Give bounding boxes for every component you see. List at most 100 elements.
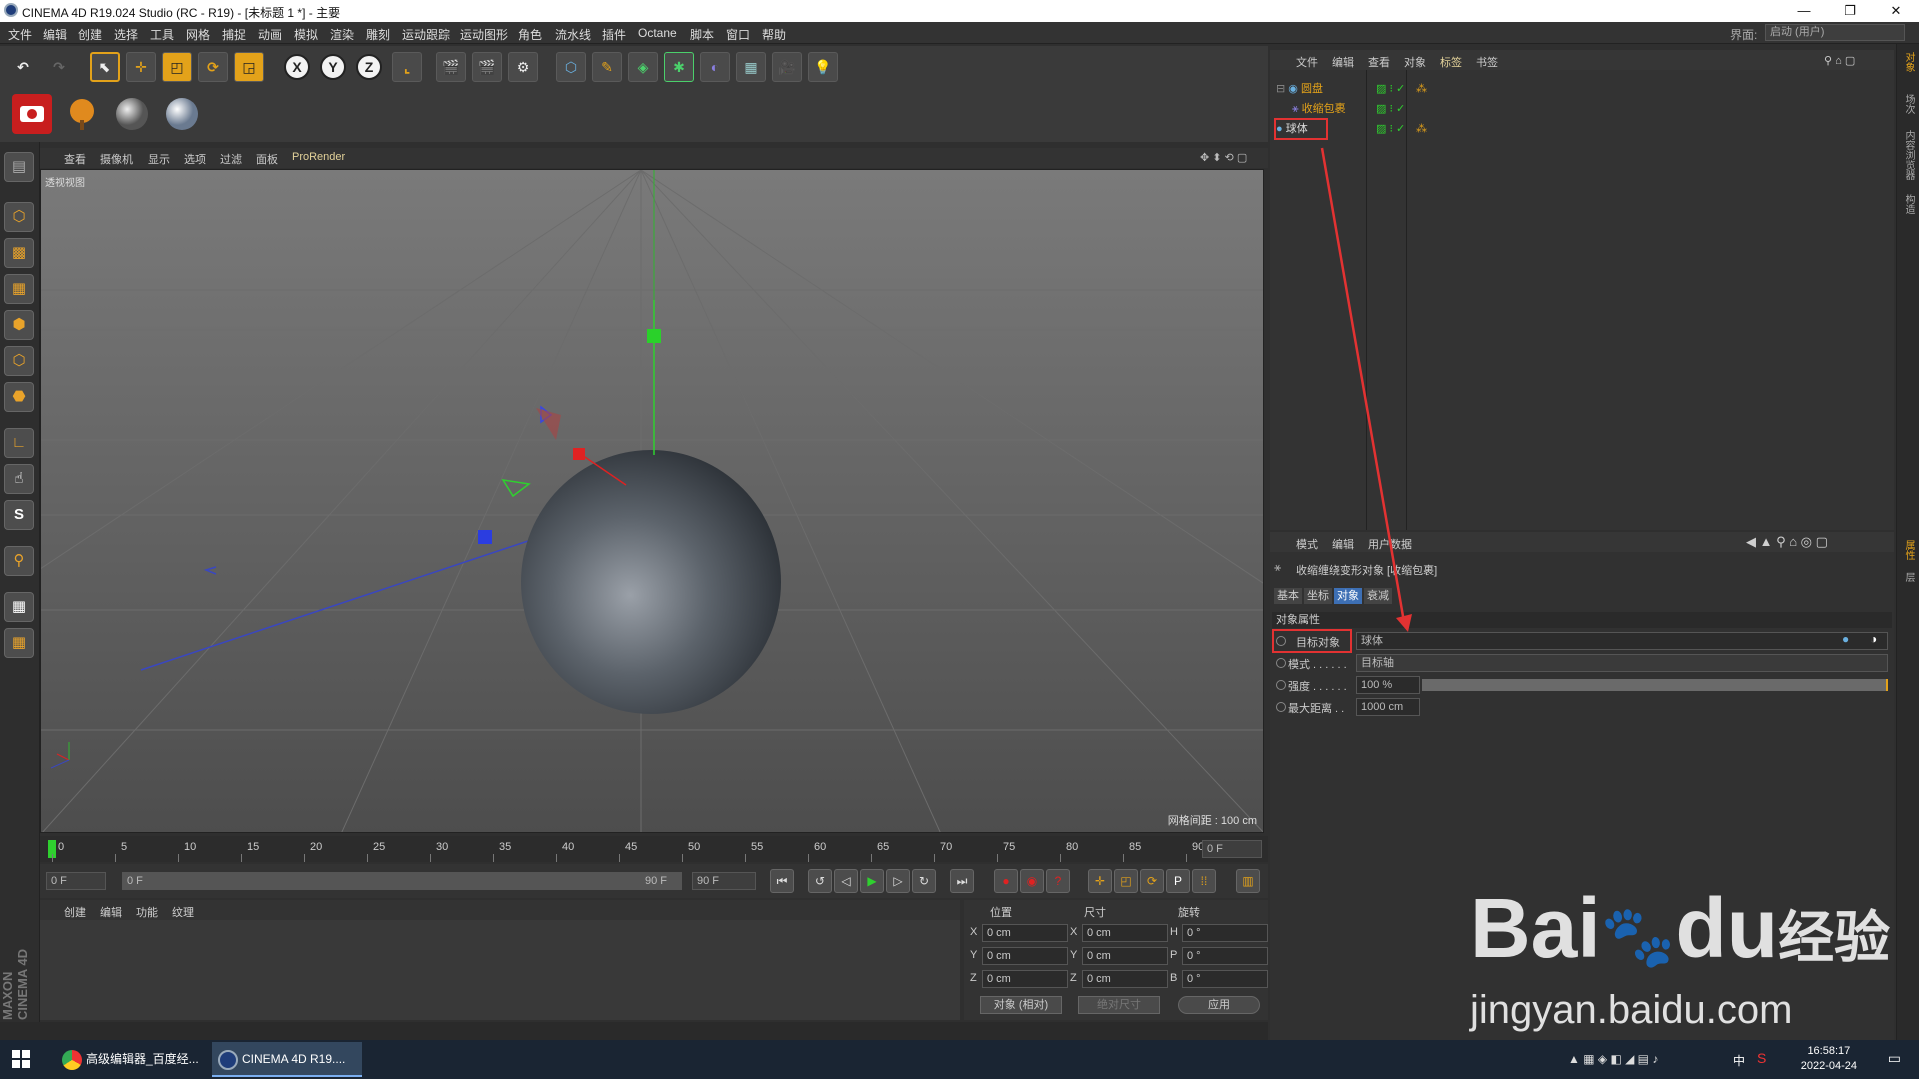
dock-tab-layers[interactable]: 层 (1901, 572, 1916, 582)
phong-tag-icon[interactable]: ⁂ (1416, 80, 1427, 98)
menu-motion-tracking[interactable]: 运动跟踪 (402, 26, 450, 43)
coordinate-mode-dropdown[interactable]: 对象 (相对) (980, 996, 1062, 1014)
om-menu-tags[interactable]: 标签 (1440, 54, 1462, 70)
workplane-icon[interactable]: ▦ (4, 274, 34, 304)
make-editable-icon[interactable]: ▤ (4, 152, 34, 182)
key-scale-icon[interactable]: ◰ (1114, 869, 1138, 893)
tab-coord[interactable]: 坐标 (1304, 588, 1332, 604)
texture-mode-icon[interactable]: ▩ (4, 238, 34, 268)
pos-z-field[interactable]: 0 cm (982, 970, 1068, 988)
menu-edit[interactable]: 编辑 (43, 26, 67, 43)
render-picture-viewer-icon[interactable]: 🎬 (472, 52, 502, 82)
size-x-field[interactable]: 0 cm (1082, 924, 1168, 942)
tab-basic[interactable]: 基本 (1274, 588, 1302, 604)
strength-field[interactable]: 100 % (1356, 676, 1420, 694)
start-frame-field[interactable]: 0 F (46, 872, 106, 890)
menu-mesh[interactable]: 网格 (186, 26, 210, 43)
dock-tab-objects[interactable]: 对象 (1901, 52, 1916, 72)
render-settings-icon[interactable]: ⚙ (508, 52, 538, 82)
frame-range-slider[interactable]: 0 F 90 F (122, 872, 682, 890)
recent-tool-icon[interactable]: ◲ (234, 52, 264, 82)
next-keyframe-icon[interactable]: ↻ (912, 869, 936, 893)
viewport-nav-icons[interactable]: ✥ ⬍ ⟲ ▢ (1200, 151, 1247, 164)
menu-mograph[interactable]: 运动图形 (460, 26, 508, 43)
taskbar-cinema4d[interactable]: CINEMA 4D R19.... (212, 1042, 362, 1077)
z-axis-handle[interactable] (478, 530, 492, 544)
key-position-icon[interactable]: ✛ (1088, 869, 1112, 893)
floor-scene-icon[interactable]: ▦ (736, 52, 766, 82)
lock-z-axis-button[interactable]: Z (356, 54, 382, 80)
max-distance-radio[interactable] (1276, 702, 1286, 712)
x-axis-handle[interactable] (573, 448, 585, 460)
object-name-shrinkwrap[interactable]: 收缩包裹 (1302, 103, 1346, 115)
viewport-menu-filter[interactable]: 过滤 (220, 151, 242, 167)
pos-x-field[interactable]: 0 cm (982, 924, 1068, 942)
prev-keyframe-icon[interactable]: ↺ (808, 869, 832, 893)
array-generator-icon[interactable]: ✱ (664, 52, 694, 82)
coordinate-system-icon[interactable]: ⌞ (392, 52, 422, 82)
rot-p-field[interactable]: 0 ° (1182, 947, 1268, 965)
mode-dropdown[interactable]: 目标轴 (1356, 654, 1888, 672)
menu-character[interactable]: 角色 (518, 26, 542, 43)
target-object-field[interactable]: 球体 (1356, 632, 1888, 650)
menu-tools[interactable]: 工具 (150, 26, 174, 43)
menu-sculpt[interactable]: 雕刻 (366, 26, 390, 43)
taskbar-chrome[interactable]: 高级编辑器_百度经... (56, 1042, 206, 1077)
snap-icon[interactable]: S (4, 500, 34, 530)
menu-help[interactable]: 帮助 (762, 26, 786, 43)
system-clock[interactable]: 16:58:17 2022-04-24 (1801, 1044, 1857, 1074)
layout-dropdown[interactable]: 启动 (用户) (1765, 24, 1905, 41)
dock-tab-takes[interactable]: 场次 (1901, 94, 1916, 114)
phong-tag-icon[interactable]: ⁂ (1416, 120, 1427, 138)
workplane-lock-icon[interactable]: ▦ (4, 592, 34, 622)
autokey-icon[interactable]: ◉ (1020, 869, 1044, 893)
render-view-icon[interactable]: 🎬 (436, 52, 466, 82)
om-menu-edit[interactable]: 编辑 (1332, 54, 1354, 70)
material-menu-create[interactable]: 创建 (64, 904, 86, 920)
perspective-viewport[interactable]: 透视视图 网格间距 : 100 cm (40, 169, 1264, 833)
lock-y-axis-button[interactable]: Y (320, 54, 346, 80)
minimize-button[interactable]: — (1781, 0, 1827, 22)
menu-snap[interactable]: 捕捉 (222, 26, 246, 43)
timeline-window-icon[interactable]: ▥ (1236, 869, 1260, 893)
polygons-mode-icon[interactable]: ⬣ (4, 382, 34, 412)
undo-icon[interactable]: ↶ (8, 52, 38, 82)
max-distance-field[interactable]: 1000 cm (1356, 698, 1420, 716)
menu-create[interactable]: 创建 (78, 26, 102, 43)
points-mode-icon[interactable]: ⬢ (4, 310, 34, 340)
viewport-menu-panel[interactable]: 面板 (256, 151, 278, 167)
material-list-area[interactable] (40, 920, 960, 1020)
mode-radio[interactable] (1276, 658, 1286, 668)
tab-falloff[interactable]: 衰减 (1364, 588, 1392, 604)
key-rotation-icon[interactable]: ⟳ (1140, 869, 1164, 893)
pick-object-icon[interactable]: ◑ (1870, 632, 1877, 646)
redo-icon[interactable]: ↷ (44, 52, 74, 82)
rot-b-field[interactable]: 0 ° (1182, 970, 1268, 988)
lock-x-axis-button[interactable]: X (284, 54, 310, 80)
tweak-mode-icon[interactable]: ☝ (4, 464, 34, 494)
menu-select[interactable]: 选择 (114, 26, 138, 43)
strength-slider[interactable] (1422, 679, 1888, 691)
windows-start-icon[interactable] (12, 1050, 30, 1068)
next-frame-icon[interactable]: ▷ (886, 869, 910, 893)
rot-h-field[interactable]: 0 ° (1182, 924, 1268, 942)
menu-render[interactable]: 渲染 (330, 26, 354, 43)
restore-button[interactable]: ❐ (1827, 0, 1873, 22)
menu-file[interactable]: 文件 (8, 26, 32, 43)
keyframe-selection-icon[interactable]: ? (1046, 869, 1070, 893)
planar-workplane-icon[interactable]: ▦ (4, 628, 34, 658)
material-menu-function[interactable]: 功能 (136, 904, 158, 920)
menu-octane[interactable]: Octane (638, 26, 677, 40)
octane-live-viewer-icon[interactable] (12, 94, 52, 134)
go-to-start-icon[interactable]: ⏮ (770, 869, 794, 893)
pos-y-field[interactable]: 0 cm (982, 947, 1068, 965)
tray-icons[interactable]: ▲ ▦ ◈ ◧ ◢ ▤ ♪ (1568, 1052, 1658, 1066)
am-menu-mode[interactable]: 模式 (1296, 536, 1318, 552)
tab-object[interactable]: 对象 (1334, 588, 1362, 604)
visibility-check-icon[interactable]: ▨ ⁝ ✓ (1376, 120, 1405, 138)
material-menu-edit[interactable]: 编辑 (100, 904, 122, 920)
viewport-menu-cameras[interactable]: 摄像机 (100, 151, 133, 167)
notification-icon[interactable]: ▭ (1888, 1050, 1901, 1067)
sphere-object[interactable] (521, 450, 781, 714)
menu-animate[interactable]: 动画 (258, 26, 282, 43)
